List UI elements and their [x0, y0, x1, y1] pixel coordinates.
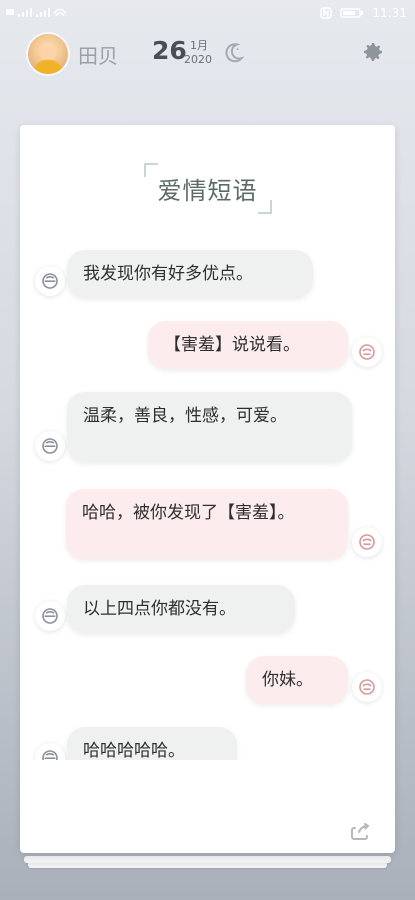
avatar-icon — [35, 431, 65, 461]
avatar-face-shape — [40, 45, 56, 61]
date-year: 2020 — [184, 53, 212, 66]
header: 田贝 26 1月 2020 — [0, 28, 415, 88]
chat-bubble: 哈哈哈哈哈。 — [67, 727, 237, 760]
phrase-card: 爱情短语 我发现你有好多优点。 【害羞】说说看。 温柔，善良，性感，可爱。 哈哈… — [20, 125, 395, 853]
chat-bubble: 你妹。 — [246, 656, 348, 704]
signal-icon — [6, 6, 66, 18]
status-time: 11:31 — [372, 6, 407, 20]
battery-icon — [340, 7, 364, 19]
avatar-shirt-shape — [34, 60, 62, 74]
status-bar: 11:31 — [0, 0, 415, 28]
chat-bubble: 温柔，善良，性感，可爱。 — [67, 392, 352, 462]
avatar-icon — [352, 527, 382, 557]
avatar-icon — [35, 743, 65, 760]
username[interactable]: 田贝 — [78, 40, 118, 69]
moon-icon[interactable] — [222, 42, 245, 64]
chat-bubble: 哈哈，被你发现了【害羞】。 — [66, 489, 348, 559]
chat-viewport[interactable]: 我发现你有好多优点。 【害羞】说说看。 温柔，善良，性感，可爱。 哈哈，被你发现… — [20, 235, 395, 760]
chat-bubble: 我发现你有好多优点。 — [67, 250, 313, 298]
status-left — [6, 6, 66, 18]
nfc-icon — [320, 7, 333, 19]
date-day: 26 — [152, 36, 187, 65]
chat-bubble: 以上四点你都没有。 — [67, 585, 295, 633]
date-month: 1月 — [190, 39, 208, 52]
user-avatar[interactable] — [28, 34, 68, 74]
gear-icon[interactable] — [361, 40, 385, 64]
chat-bubble: 【害羞】说说看。 — [148, 321, 348, 369]
avatar-icon — [352, 337, 382, 367]
avatar-icon — [35, 601, 65, 631]
avatar-icon — [352, 672, 382, 702]
status-right: 11:31 — [320, 6, 407, 20]
avatar-icon — [35, 266, 65, 296]
card-title: 爱情短语 — [143, 163, 272, 214]
card-stack-middle — [24, 856, 391, 863]
share-icon[interactable] — [349, 820, 371, 842]
title-wrap: 爱情短语 — [20, 163, 395, 214]
